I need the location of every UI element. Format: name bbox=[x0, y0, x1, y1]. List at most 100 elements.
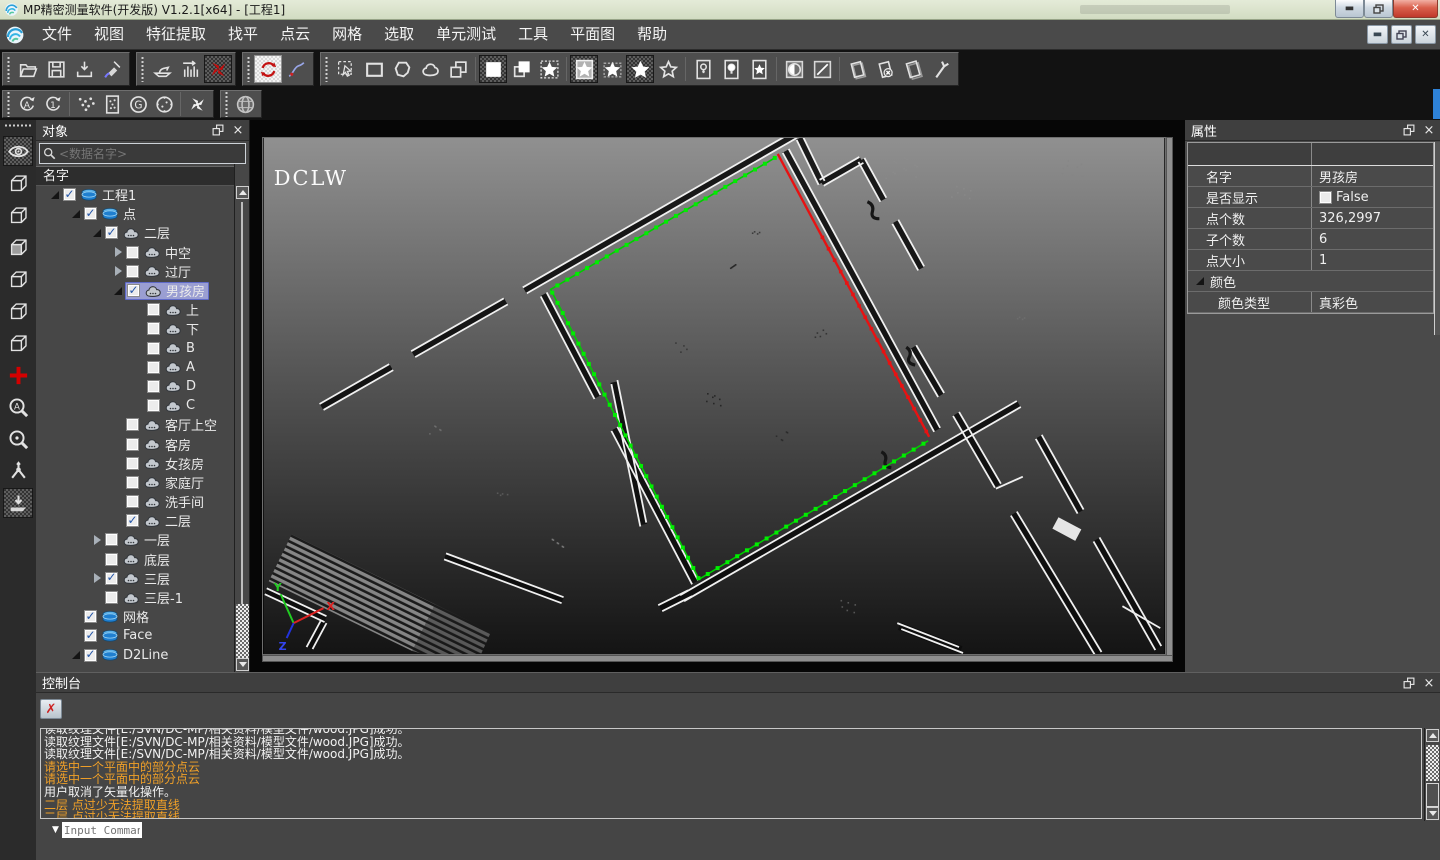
toolbar-drag-handle[interactable] bbox=[6, 91, 11, 117]
clear-console-button[interactable]: ✗ bbox=[40, 699, 62, 719]
visibility-checkbox[interactable] bbox=[127, 284, 140, 297]
property-row-名字[interactable]: 名字男孩房 bbox=[1188, 166, 1433, 187]
tree-item-中空[interactable]: 中空 bbox=[36, 243, 234, 262]
command-expand-icon[interactable]: ▼ bbox=[52, 825, 59, 835]
visibility-checkbox[interactable] bbox=[84, 629, 97, 642]
scroll-down-icon[interactable] bbox=[236, 658, 249, 671]
open-icon[interactable] bbox=[14, 55, 42, 83]
tree-item-客房[interactable]: 客房 bbox=[36, 434, 234, 453]
ruler-icon[interactable] bbox=[176, 55, 204, 83]
search-input[interactable] bbox=[59, 147, 242, 161]
zoom-a-icon[interactable]: A bbox=[3, 392, 33, 422]
doc-star-icon[interactable] bbox=[745, 55, 773, 83]
pivot-icon[interactable] bbox=[3, 456, 33, 486]
console-scrollbar[interactable] bbox=[1424, 728, 1440, 821]
flatten-icon[interactable] bbox=[3, 488, 33, 518]
select-polygon-icon[interactable] bbox=[388, 55, 416, 83]
rotate-1-icon[interactable]: 1 bbox=[40, 92, 66, 116]
visibility-checkbox[interactable] bbox=[147, 399, 160, 412]
g-circle-icon[interactable]: G bbox=[125, 92, 151, 116]
toolbar-drag-handle[interactable] bbox=[140, 56, 145, 82]
tree-item-一层[interactable]: 一层 bbox=[36, 530, 234, 549]
visibility-checkbox[interactable] bbox=[126, 476, 139, 489]
zoom-sel-icon[interactable] bbox=[3, 424, 33, 454]
visibility-checkbox[interactable] bbox=[126, 457, 139, 470]
menu-4[interactable]: 找平 bbox=[217, 20, 269, 49]
menu-3[interactable]: 特征提取 bbox=[135, 20, 217, 49]
expand-icon[interactable] bbox=[91, 535, 104, 545]
visibility-checkbox[interactable] bbox=[147, 361, 160, 374]
menu-9[interactable]: 工具 bbox=[507, 20, 559, 49]
property-row-颜色类型[interactable]: 颜色类型真彩色 bbox=[1188, 292, 1433, 313]
box3d-x-icon[interactable] bbox=[871, 55, 899, 83]
visibility-checkbox[interactable] bbox=[147, 322, 160, 335]
tree-item-网格[interactable]: 网格 bbox=[36, 607, 234, 626]
doc-bulb-on-icon[interactable] bbox=[717, 55, 745, 83]
tree-item-洗手间[interactable]: 洗手间 bbox=[36, 492, 234, 511]
menu-8[interactable]: 单元测试 bbox=[425, 20, 507, 49]
tree-item-B[interactable]: B bbox=[36, 339, 234, 358]
fill-rect-icon[interactable] bbox=[479, 55, 507, 83]
console-scroll-thumb[interactable] bbox=[1426, 745, 1439, 781]
tree-item-上[interactable]: 上 bbox=[36, 300, 234, 319]
star-outline-icon[interactable] bbox=[654, 55, 682, 83]
mdi-close-button[interactable]: ✕ bbox=[1415, 25, 1436, 44]
tree-item-二层[interactable]: 二层 bbox=[36, 511, 234, 530]
command-input[interactable] bbox=[62, 822, 142, 838]
collapse-icon[interactable] bbox=[91, 228, 104, 238]
property-row-点个数[interactable]: 点个数326,2997 bbox=[1188, 208, 1433, 229]
toolbar-drag-handle[interactable] bbox=[324, 56, 329, 82]
visibility-checkbox[interactable] bbox=[126, 514, 139, 527]
tree-item-点[interactable]: 点 bbox=[36, 204, 234, 223]
property-row-点大小[interactable]: 点大小1 bbox=[1188, 250, 1433, 271]
visibility-checkbox[interactable] bbox=[147, 342, 160, 355]
close-panel-icon[interactable]: × bbox=[1421, 122, 1437, 138]
tree-item-底层[interactable]: 底层 bbox=[36, 550, 234, 569]
red-refresh-icon[interactable] bbox=[254, 55, 282, 83]
close-panel-icon[interactable]: × bbox=[230, 122, 246, 138]
tree-item-三层[interactable]: 三层 bbox=[36, 569, 234, 588]
tree-scrollbar[interactable] bbox=[234, 164, 249, 672]
cube4-icon[interactable] bbox=[3, 264, 33, 294]
visibility-checkbox[interactable] bbox=[84, 207, 97, 220]
cube5-icon[interactable] bbox=[3, 296, 33, 326]
circle-half-icon[interactable] bbox=[780, 55, 808, 83]
menu-11[interactable]: 帮助 bbox=[626, 20, 678, 49]
toolbar-drag-handle[interactable] bbox=[224, 91, 229, 117]
property-checkbox[interactable] bbox=[1319, 191, 1332, 204]
menu-7[interactable]: 选取 bbox=[373, 20, 425, 49]
scroll-up-icon[interactable] bbox=[236, 186, 249, 199]
tree-item-A[interactable]: A bbox=[36, 358, 234, 377]
tree-column-header[interactable]: 名字 bbox=[36, 166, 234, 186]
toolbar-drag-handle[interactable] bbox=[4, 123, 32, 128]
collapse-icon[interactable] bbox=[70, 209, 83, 219]
polyline-icon[interactable] bbox=[282, 55, 310, 83]
select-lasso-icon[interactable] bbox=[416, 55, 444, 83]
plus-red-icon[interactable] bbox=[3, 360, 33, 390]
tree-item-客厅上空[interactable]: 客厅上空 bbox=[36, 415, 234, 434]
3d-viewport[interactable]: DCLW bbox=[262, 137, 1166, 655]
visibility-checkbox[interactable] bbox=[105, 226, 118, 239]
red-pinwheel-icon[interactable] bbox=[204, 55, 232, 83]
visibility-checkbox[interactable] bbox=[147, 380, 160, 393]
visibility-checkbox[interactable] bbox=[105, 591, 118, 604]
save-icon[interactable] bbox=[42, 55, 70, 83]
collapse-icon[interactable] bbox=[49, 190, 62, 200]
menu-2[interactable]: 视图 bbox=[83, 20, 135, 49]
console-log[interactable]: 读取纹理文件[E:/SVN/DC-MP/相关资料/模型文件/wood.JPG]成… bbox=[40, 728, 1422, 819]
toolbar-drag-handle[interactable] bbox=[246, 56, 251, 82]
star-dashed-icon[interactable] bbox=[535, 55, 563, 83]
scroll-up-icon[interactable] bbox=[1426, 729, 1439, 742]
collapse-icon[interactable] bbox=[1194, 276, 1207, 286]
box3d-2-icon[interactable] bbox=[899, 55, 927, 83]
collapse-icon[interactable] bbox=[112, 286, 125, 296]
float-panel-icon[interactable] bbox=[1401, 675, 1417, 691]
restore-button[interactable] bbox=[1364, 0, 1393, 18]
star-box-icon[interactable] bbox=[570, 55, 598, 83]
pinwheel-white-icon[interactable] bbox=[184, 92, 210, 116]
cube6-icon[interactable] bbox=[3, 328, 33, 358]
tree-item-D2Line[interactable]: D2Line bbox=[36, 646, 234, 665]
visibility-checkbox[interactable] bbox=[126, 265, 139, 278]
star-filled-icon[interactable] bbox=[626, 55, 654, 83]
collapse-icon[interactable] bbox=[70, 650, 83, 660]
